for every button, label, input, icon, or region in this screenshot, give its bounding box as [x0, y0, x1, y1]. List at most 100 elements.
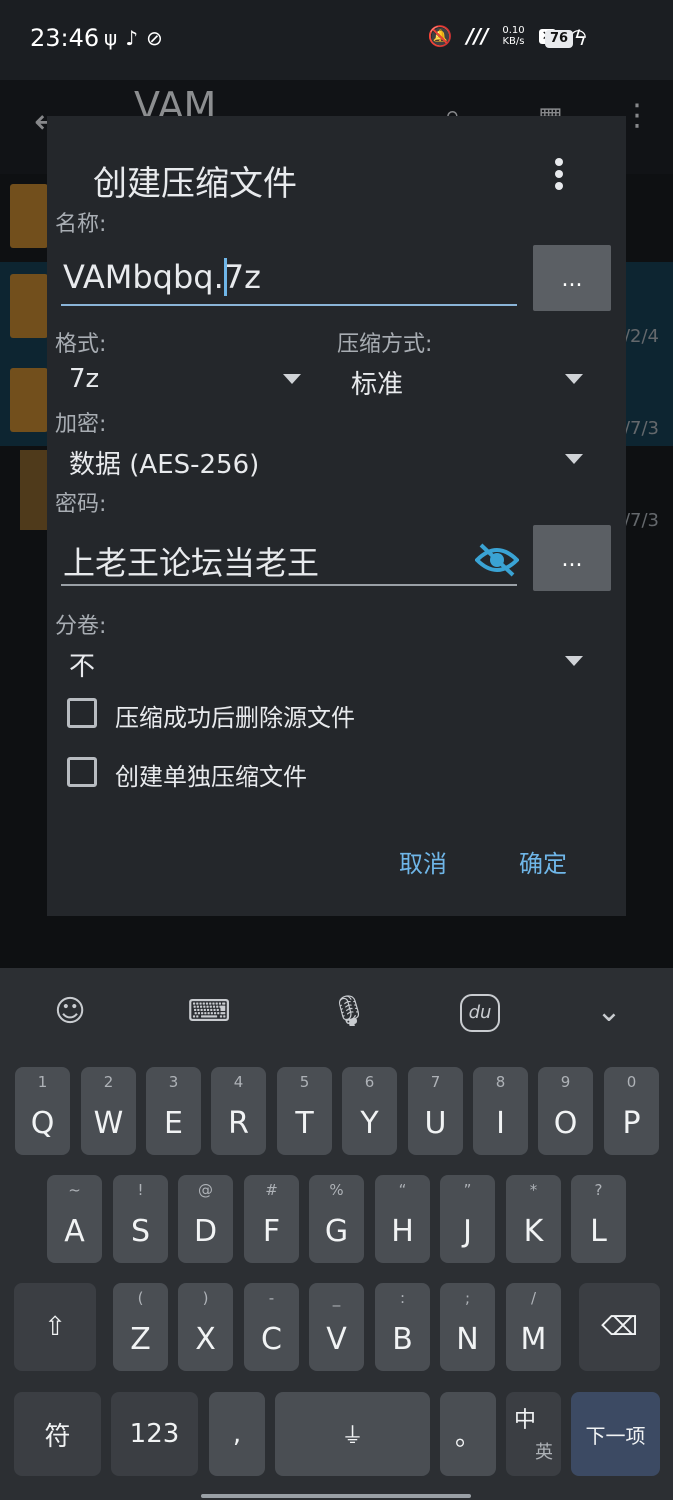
key-t[interactable]: 5T — [277, 1067, 332, 1155]
separate-archives-label[interactable]: 创建单独压缩文件 — [115, 757, 307, 792]
dialog-more-icon[interactable] — [547, 152, 571, 192]
key-label: A — [64, 1214, 85, 1249]
home-indicator[interactable] — [201, 1494, 471, 1498]
network-speed: 0.10 KB/s — [502, 25, 524, 47]
key-sub-label: 5 — [299, 1073, 310, 1091]
key-x[interactable]: ) X — [178, 1283, 233, 1371]
shift-key[interactable]: ⇧ — [14, 1283, 96, 1371]
next-key[interactable]: 下一项 — [571, 1392, 660, 1476]
key-q[interactable]: 1Q — [15, 1067, 70, 1155]
name-field[interactable]: VAMbqbq.7z — [61, 252, 517, 306]
encryption-label: 加密: — [55, 412, 107, 437]
key-label: X — [195, 1322, 216, 1357]
key-w[interactable]: 2W — [81, 1067, 136, 1155]
key-o[interactable]: 9O — [538, 1067, 593, 1155]
key-s[interactable]: ! S — [113, 1175, 168, 1263]
backspace-key[interactable]: ⌫ — [579, 1283, 660, 1371]
numbers-key[interactable]: 123 — [111, 1392, 198, 1476]
key-sub-label: 1 — [37, 1073, 48, 1091]
name-field-value: VAMbqbq.7z — [63, 258, 261, 296]
visibility-off-icon[interactable] — [475, 542, 519, 578]
key-v[interactable]: _ V — [309, 1283, 364, 1371]
key-d[interactable]: @ D — [178, 1175, 233, 1263]
password-options-button[interactable]: ... — [533, 525, 611, 591]
key-label: Y — [360, 1106, 379, 1141]
key-sub-label: : — [399, 1289, 406, 1307]
key-label: 符 — [44, 1421, 71, 1452]
key-f[interactable]: # F — [244, 1175, 299, 1263]
key-sub-label: # — [265, 1181, 278, 1199]
encryption-dropdown-icon[interactable] — [565, 454, 583, 464]
key-sub-label: ( — [137, 1289, 144, 1307]
key-label: O — [553, 1106, 578, 1141]
delete-source-checkbox[interactable] — [67, 698, 97, 728]
cancel-button[interactable]: 取消 — [399, 844, 447, 879]
key-sub-label: ! — [137, 1181, 144, 1199]
delete-source-label[interactable]: 压缩成功后删除源文件 — [115, 698, 355, 733]
key-label: L — [590, 1214, 607, 1249]
method-select[interactable]: 标准 — [351, 364, 403, 401]
key-i[interactable]: 8I — [473, 1067, 528, 1155]
key-g[interactable]: % G — [309, 1175, 364, 1263]
key-label: M — [520, 1322, 547, 1357]
split-select[interactable]: 不 — [69, 646, 95, 683]
collapse-icon[interactable]: ⌄ — [587, 990, 631, 1034]
key-sub-label: @ — [198, 1181, 213, 1199]
period-key[interactable]: 。 — [440, 1392, 496, 1476]
microphone-icon: ⏚ — [341, 1424, 364, 1449]
status-bar: 23:46 ψ♪⊘ 🔕 /// 0.10KB/s ✕ ◠ 76 ϟ — [0, 0, 673, 80]
key-sub-label: 8 — [495, 1073, 506, 1091]
usb-icon: ψ — [104, 26, 126, 50]
password-field[interactable]: 上老王论坛当老王 — [61, 532, 517, 586]
encryption-select[interactable]: 数据 (AES-256) — [69, 444, 259, 481]
key-k[interactable]: * K — [506, 1175, 561, 1263]
key-label: C — [261, 1322, 282, 1357]
key-label: R — [228, 1106, 249, 1141]
key-e[interactable]: 3E — [146, 1067, 201, 1155]
text-cursor — [224, 258, 227, 296]
comma-key[interactable]: , — [209, 1392, 265, 1476]
key-label: 。 — [454, 1421, 481, 1452]
name-label: 名称: — [55, 212, 107, 237]
key-n[interactable]: ; N — [440, 1283, 495, 1371]
format-dropdown-icon[interactable] — [283, 374, 301, 384]
ok-button[interactable]: 确定 — [519, 844, 567, 879]
du-icon[interactable]: du — [460, 994, 500, 1032]
key-sub-label: _ — [332, 1289, 341, 1307]
space-key[interactable]: ⏚ — [275, 1392, 430, 1476]
key-label: W — [93, 1106, 124, 1141]
key-p[interactable]: 0P — [604, 1067, 659, 1155]
emoji-icon[interactable]: ☺ — [48, 990, 92, 1034]
notification-icons: ψ♪⊘ — [104, 26, 171, 50]
key-b[interactable]: :B — [375, 1283, 430, 1371]
key-u[interactable]: 7U — [408, 1067, 463, 1155]
key-sub-label: 6 — [364, 1073, 375, 1091]
key-y[interactable]: 6Y — [342, 1067, 397, 1155]
microphone-icon[interactable]: 🎙 — [327, 990, 371, 1034]
key-label: Q — [30, 1106, 55, 1141]
key-sub-label: “ — [398, 1181, 407, 1199]
split-dropdown-icon[interactable] — [565, 656, 583, 666]
key-r[interactable]: 4R — [211, 1067, 266, 1155]
key-j[interactable]: ” J — [440, 1175, 495, 1263]
browse-name-button[interactable]: ... — [533, 245, 611, 311]
key-l[interactable]: ? L — [571, 1175, 626, 1263]
key-sub-label: / — [530, 1289, 537, 1307]
keyboard-icon[interactable]: ⌨ — [187, 990, 231, 1034]
key-z[interactable]: (Z — [113, 1283, 168, 1371]
key-sub-label: ) — [202, 1289, 209, 1307]
separate-archives-checkbox[interactable] — [67, 757, 97, 787]
charging-icon: ϟ — [573, 26, 587, 50]
method-dropdown-icon[interactable] — [565, 374, 583, 384]
key-a[interactable]: ~ A — [47, 1175, 102, 1263]
language-switch-key[interactable]: 中 英 — [506, 1392, 561, 1476]
key-sub-label: ” — [463, 1181, 472, 1199]
format-select[interactable]: 7z — [69, 364, 99, 394]
key-label: T — [295, 1106, 314, 1141]
symbols-key[interactable]: 符 — [14, 1392, 101, 1476]
key-c[interactable]: -C — [244, 1283, 299, 1371]
key-m[interactable]: / M — [506, 1283, 561, 1371]
key-h[interactable]: “H — [375, 1175, 430, 1263]
password-label: 密码: — [55, 492, 107, 517]
key-sub-label: 0 — [626, 1073, 637, 1091]
